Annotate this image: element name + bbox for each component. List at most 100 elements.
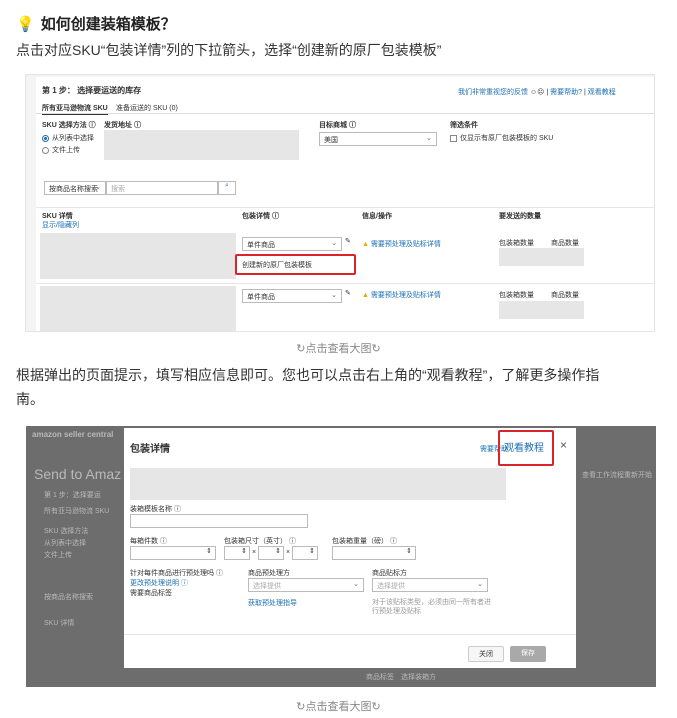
box-qty-label: 包装箱数量 xyxy=(499,292,534,299)
method-upload-radio[interactable]: 文件上传 xyxy=(42,145,80,155)
who-preps-select[interactable]: 选择提供 ⌄ xyxy=(248,578,364,592)
template-name-label: 装箱模板名称 ⓘ xyxy=(130,506,181,513)
ship-from-address xyxy=(104,130,299,160)
chevron-down-icon: ⌄ xyxy=(331,292,337,299)
watch-tutorial-link[interactable]: 观看教程 xyxy=(504,439,544,454)
feedback-link[interactable]: 我们非常重视您的反馈 xyxy=(458,89,528,96)
sku-summary xyxy=(130,468,506,500)
template-name-input[interactable] xyxy=(130,514,308,528)
step-title: 第 1 步： 选择要运送的库存 xyxy=(42,86,142,95)
search-type-select[interactable]: 按商品名称搜索 ⌄ xyxy=(44,181,106,195)
chevron-down-icon: ⌄ xyxy=(477,581,483,588)
prep-guide-link[interactable]: 获取预处理指导 xyxy=(248,598,297,608)
tab-ready-sku[interactable]: 准备运送的 SKU (0) xyxy=(116,103,178,113)
destination-label: 目标商城 ⓘ xyxy=(319,122,356,129)
bg-brand: amazon seller central xyxy=(32,430,114,439)
edit-pencil-icon[interactable]: ✎ xyxy=(345,237,351,245)
prep-note: 需要商品标签 xyxy=(130,590,172,597)
bg-title: Send to Amaz xyxy=(34,466,122,482)
destination-select[interactable]: 美国 ⌄ xyxy=(319,132,437,146)
col-quantity: 要发送的数量 xyxy=(499,213,541,220)
pack-details-select[interactable]: 单件商品 ⌄ xyxy=(242,237,342,251)
screenshot-2[interactable]: amazon seller central Send to Amaz 第 1 步… xyxy=(26,426,656,687)
save-button[interactable]: 保存 xyxy=(510,646,546,662)
divider xyxy=(36,207,654,208)
warning-icon: ▲ xyxy=(362,292,369,299)
screenshot-1[interactable]: 第 1 步： 选择要运送的库存 我们非常重视您的反馈 ☺☹ | 需要帮助? | … xyxy=(25,74,655,332)
units-qty-label: 商品数量 xyxy=(551,240,579,247)
who-preps-label: 商品预处理方 xyxy=(248,570,290,577)
qty-fields[interactable] xyxy=(499,248,584,266)
chevron-down-icon: ⌄ xyxy=(95,184,101,191)
bg-sku: SKU 详情 xyxy=(44,620,75,627)
bg-right1: 查看工作流程 xyxy=(582,472,624,479)
close-button[interactable]: 关闭 xyxy=(468,646,504,662)
height-stepper[interactable]: ⇕ xyxy=(292,546,318,560)
search-icon[interactable]: ⌕ xyxy=(218,181,236,195)
close-icon[interactable]: × xyxy=(560,438,567,452)
lightbulb-icon: 💡 xyxy=(16,15,35,33)
create-template-option[interactable]: 创建新的原厂包装模板 xyxy=(242,260,312,270)
units-label: 每箱件数 ⓘ xyxy=(130,538,167,545)
col-pack-details: 包装详情 ⓘ xyxy=(242,213,279,220)
times-icon: × xyxy=(286,549,291,556)
instruction-1: 点击对应SKU“包装详情”列的下拉箭头，选择“创建新的原厂包装模板” xyxy=(16,42,442,58)
sku-thumbnail xyxy=(40,286,236,331)
search-input[interactable]: 搜索 xyxy=(106,181,218,195)
bg-opt1: 从列表中选择 xyxy=(44,540,86,547)
bg-step: 第 1 步：选择要运 xyxy=(44,492,101,499)
filter-checkbox[interactable]: 仅显示有原厂包装模板的 SKU xyxy=(450,133,553,143)
sku-method-label: SKU 选择方法 ⓘ xyxy=(42,122,96,129)
col-info-action: 信息/操作 xyxy=(362,213,392,220)
edit-pencil-icon[interactable]: ✎ xyxy=(345,289,351,297)
box-qty-label: 包装箱数量 xyxy=(499,240,534,247)
bg-opt2: 文件上传 xyxy=(44,552,72,559)
who-labels-label: 商品贴标方 xyxy=(372,570,407,577)
send-to-amazon-panel: 第 1 步： 选择要运送的库存 我们非常重视您的反馈 ☺☹ | 需要帮助? | … xyxy=(36,77,654,331)
weight-stepper[interactable]: ⇕ xyxy=(332,546,416,560)
bg-search: 按商品名称搜索 xyxy=(44,594,93,601)
header-links: 我们非常重视您的反馈 ☺☹ | 需要帮助? | 观看教程 xyxy=(458,89,616,96)
pack-details-modal: 包装详情 需要帮助 观看教程 × 装箱模板名称 ⓘ 每箱件数 ⓘ ⇕ 包装箱尺寸… xyxy=(124,428,576,668)
qty-fields[interactable] xyxy=(499,301,584,319)
ship-from-label: 发货地址 ⓘ xyxy=(104,122,141,129)
units-qty-label: 商品数量 xyxy=(551,292,579,299)
bg-method: SKU 选择方法 xyxy=(44,528,89,535)
bg-footer: 商品标签 选择装箱方 xyxy=(366,674,436,681)
modal-title: 包装详情 xyxy=(130,444,170,455)
label-note: 对于该贴标类型，必须由同一所有者进行预处理及贴标 xyxy=(372,599,491,615)
warning-icon: ▲ xyxy=(362,241,369,248)
method-list-radio[interactable]: 从列表中选择 xyxy=(42,133,94,143)
divider xyxy=(36,283,654,284)
filter-label: 筛选条件 xyxy=(450,122,478,129)
bg-right2: 重新开始 xyxy=(624,472,652,479)
article-heading: 💡 如何创建装箱模板？ xyxy=(16,13,176,34)
units-stepper[interactable]: ⇕ xyxy=(130,546,216,560)
info-warning[interactable]: ▲ 需要预处理及贴标详情 xyxy=(362,290,441,300)
chevron-down-icon: ⌄ xyxy=(426,135,432,142)
who-labels-select[interactable]: 选择提供 ⌄ xyxy=(372,578,488,592)
info-warning[interactable]: ▲ 需要预处理及贴标详情 xyxy=(362,239,441,249)
bg-tab: 所有亚马逊物流 SKU xyxy=(44,508,110,515)
chevron-down-icon: ⌄ xyxy=(353,581,359,588)
divider xyxy=(124,634,576,635)
length-stepper[interactable]: ⇕ xyxy=(224,546,250,560)
pack-details-select[interactable]: 单件商品 ⌄ xyxy=(242,289,342,303)
times-icon: × xyxy=(252,549,257,556)
width-stepper[interactable]: ⇕ xyxy=(258,546,284,560)
prep-change-link[interactable]: 更改预处理说明 ⓘ xyxy=(130,578,188,588)
prep-required-label: 针对每件商品进行预处理吗 ⓘ xyxy=(130,570,223,577)
box-weight-label: 包装箱重量（磅） ⓘ xyxy=(332,538,397,545)
caption-1[interactable]: ↻点击查看大图↻ xyxy=(0,340,677,356)
sku-thumbnail xyxy=(40,233,236,279)
divider xyxy=(36,113,654,114)
smiley-icons[interactable]: ☺☹ xyxy=(530,89,546,96)
show-hide-columns-link[interactable]: 显示/隐藏列 xyxy=(42,220,79,230)
box-dims-label: 包装箱尺寸（英寸） ⓘ xyxy=(224,538,296,545)
caption-2[interactable]: ↻点击查看大图↻ xyxy=(0,698,677,714)
need-help-link[interactable]: 需要帮助? xyxy=(550,89,582,96)
watch-tutorial-link[interactable]: 观看教程 xyxy=(588,89,616,96)
instruction-2: 根据弹出的页面提示，填写相应信息即可。您也可以点击右上角的“观看教程”，了解更多… xyxy=(16,367,600,407)
chevron-down-icon: ⌄ xyxy=(331,240,337,247)
heading-text: 如何创建装箱模板？ xyxy=(40,16,176,33)
